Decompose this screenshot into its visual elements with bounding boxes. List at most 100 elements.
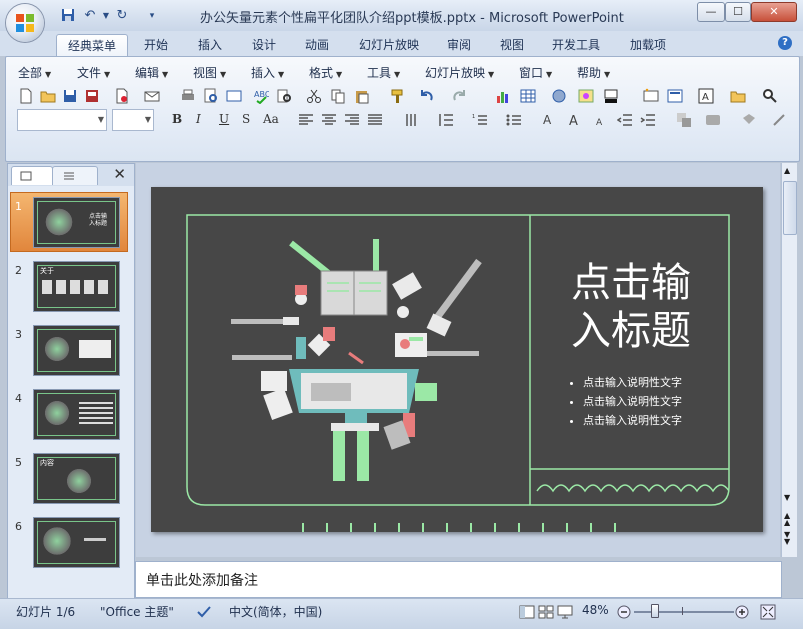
line-spacing-icon[interactable] xyxy=(438,112,454,128)
menu-window[interactable]: 窗口 ▼ xyxy=(519,64,552,81)
office-button[interactable] xyxy=(6,4,44,42)
print-preview-icon[interactable] xyxy=(203,88,219,104)
menu-view[interactable]: 视图 ▼ xyxy=(193,64,226,81)
vertical-scrollbar[interactable]: ▲ ▼ ▲ ▲ ▼ ▼ xyxy=(781,163,797,557)
grow-font-icon[interactable]: A xyxy=(567,112,583,128)
slide-thumbnail-6[interactable] xyxy=(33,517,120,568)
tab-animation[interactable]: 动画 xyxy=(295,34,339,56)
menu-insert[interactable]: 插入 ▼ xyxy=(251,64,284,81)
slide-canvas[interactable]: 点击输 入标题 点击输入说明性文字 点击输入说明性文字 点击输入说明性文字 xyxy=(151,187,763,532)
undo-icon[interactable]: ↶ xyxy=(82,8,98,24)
copy-icon[interactable] xyxy=(330,88,346,104)
print-icon[interactable] xyxy=(180,88,196,104)
tab-home[interactable]: 开始 xyxy=(136,34,176,56)
text-box-icon[interactable]: A xyxy=(698,88,714,104)
slide-thumbnail-3[interactable] xyxy=(33,325,120,376)
zoom-slider[interactable] xyxy=(634,611,734,613)
picture-icon[interactable] xyxy=(578,88,594,104)
decrease-indent-icon[interactable] xyxy=(617,112,633,128)
font-name-combo[interactable]: ▼ xyxy=(17,109,107,131)
slide-thumbnail-5[interactable]: 内容 xyxy=(33,453,120,504)
tab-outline[interactable] xyxy=(52,166,98,185)
undo-dropdown-icon[interactable]: ▼ xyxy=(98,8,114,24)
fit-to-window-icon[interactable] xyxy=(760,604,776,620)
menu-slideshow[interactable]: 幻灯片放映 ▼ xyxy=(425,64,494,81)
cut-icon[interactable] xyxy=(306,88,322,104)
scroll-up-icon[interactable]: ▲ xyxy=(784,166,790,175)
save-as-pdf-icon[interactable] xyxy=(84,88,100,104)
numbering-icon[interactable]: 1 xyxy=(472,112,488,128)
italic-button[interactable]: I xyxy=(196,112,201,126)
underline-button[interactable]: U xyxy=(219,112,229,126)
menu-help[interactable]: 帮助 ▼ xyxy=(577,64,610,81)
slide-title[interactable]: 点击输 入标题 xyxy=(551,259,711,355)
strikethrough-button[interactable]: S xyxy=(242,112,250,126)
undo-icon[interactable] xyxy=(418,88,434,104)
menu-format[interactable]: 格式 ▼ xyxy=(309,64,342,81)
spell-check-icon[interactable] xyxy=(196,605,214,619)
zoom-in-icon[interactable] xyxy=(734,604,750,620)
font-size-combo[interactable]: ▼ xyxy=(112,109,154,131)
slide-thumbnail-2[interactable]: 关于 xyxy=(33,261,120,312)
next-slide-icon[interactable]: ▼ ▼ xyxy=(784,531,790,546)
slide-thumbnail-4[interactable] xyxy=(33,389,120,440)
research-icon[interactable] xyxy=(276,88,292,104)
spelling-icon[interactable]: ABC xyxy=(253,88,269,104)
zoom-slider-thumb[interactable] xyxy=(651,604,659,618)
shapes-icon[interactable] xyxy=(551,88,567,104)
redo-icon[interactable]: ↻ xyxy=(114,8,130,24)
tab-classic-menu[interactable]: 经典菜单 xyxy=(56,34,128,57)
save-icon[interactable] xyxy=(60,8,76,24)
permission-icon[interactable] xyxy=(114,88,130,104)
normal-view-icon[interactable] xyxy=(519,605,535,619)
increase-indent-icon[interactable] xyxy=(640,112,656,128)
scroll-down-icon[interactable]: ▼ xyxy=(784,493,790,502)
customize-qat-icon[interactable]: ▾ xyxy=(144,8,160,24)
tab-design[interactable]: 设计 xyxy=(242,34,286,56)
help-icon[interactable]: ? xyxy=(778,36,792,50)
align-left-icon[interactable] xyxy=(298,112,314,128)
shrink-font-icon[interactable]: A xyxy=(592,112,608,128)
slide-view-icon[interactable] xyxy=(226,88,242,104)
slide-sorter-icon[interactable] xyxy=(538,605,554,619)
shape-fill-icon[interactable] xyxy=(741,112,757,128)
folder-icon[interactable] xyxy=(730,88,746,104)
email-icon[interactable] xyxy=(144,88,160,104)
language[interactable]: 中文(简体，中国) xyxy=(229,603,322,620)
new-slide-icon[interactable] xyxy=(643,88,659,104)
text-direction-icon[interactable] xyxy=(404,112,420,128)
theme-name[interactable]: "Office 主题" xyxy=(100,603,174,620)
shape-outline-icon[interactable] xyxy=(771,112,787,128)
tab-slideshow[interactable]: 幻灯片放映 xyxy=(351,34,427,56)
format-painter-icon[interactable] xyxy=(390,88,406,104)
previous-slide-icon[interactable]: ▲ ▲ xyxy=(784,512,790,527)
new-file-icon[interactable] xyxy=(18,88,34,104)
layout-icon[interactable] xyxy=(667,88,683,104)
maximize-button[interactable]: ☐ xyxy=(725,2,751,22)
zoom-out-icon[interactable] xyxy=(616,604,632,620)
tab-insert[interactable]: 插入 xyxy=(188,34,232,56)
menu-all[interactable]: 全部 ▼ xyxy=(18,64,51,81)
open-folder-icon[interactable] xyxy=(40,88,56,104)
justify-icon[interactable] xyxy=(367,112,383,128)
align-right-icon[interactable] xyxy=(344,112,360,128)
tab-developer[interactable]: 开发工具 xyxy=(544,34,608,56)
change-case-button[interactable]: Aa xyxy=(263,112,279,126)
font-color-icon[interactable]: A xyxy=(540,112,556,128)
minimize-button[interactable]: — xyxy=(697,2,725,22)
close-button[interactable]: ✕ xyxy=(751,2,797,22)
menu-edit[interactable]: 编辑 ▼ xyxy=(135,64,168,81)
chart-icon[interactable] xyxy=(495,88,511,104)
pane-close-icon[interactable]: ✕ xyxy=(113,165,126,183)
tab-slides[interactable] xyxy=(11,166,53,185)
notes-pane[interactable]: 单击此处添加备注 xyxy=(135,561,782,598)
bold-button[interactable]: B xyxy=(172,112,182,126)
find-icon[interactable] xyxy=(762,88,778,104)
tab-addins[interactable]: 加载项 xyxy=(620,34,676,56)
arrange-icon[interactable] xyxy=(676,112,692,128)
tab-view[interactable]: 视图 xyxy=(490,34,534,56)
align-center-icon[interactable] xyxy=(321,112,337,128)
slide-bullets[interactable]: 点击输入说明性文字 点击输入说明性文字 点击输入说明性文字 xyxy=(571,373,682,430)
table-icon[interactable] xyxy=(520,88,536,104)
scroll-thumb[interactable] xyxy=(783,181,797,235)
